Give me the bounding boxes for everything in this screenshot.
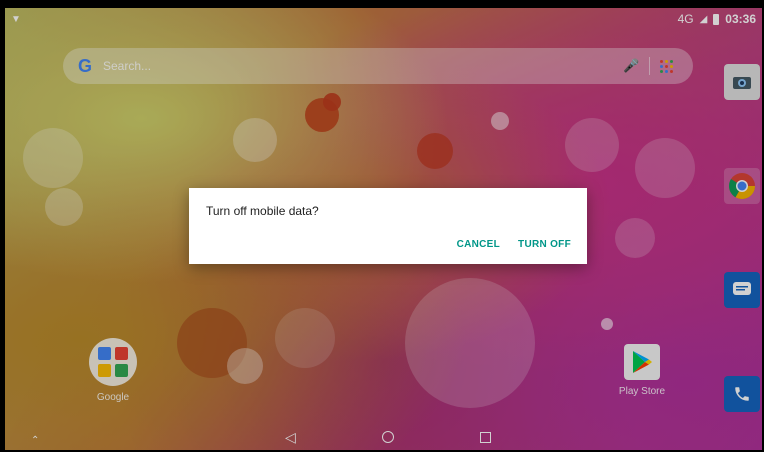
home-screen: ▼ 4G ◢ 03:36 G Search... 🎤 Google Play S… bbox=[5, 8, 762, 450]
dialog-actions: CANCEL TURN OFF bbox=[457, 239, 571, 250]
cancel-button[interactable]: CANCEL bbox=[457, 239, 500, 250]
dialog-title: Turn off mobile data? bbox=[206, 204, 319, 218]
turn-off-button[interactable]: TURN OFF bbox=[518, 239, 571, 250]
mobile-data-dialog: Turn off mobile data? CANCEL TURN OFF bbox=[189, 188, 587, 264]
